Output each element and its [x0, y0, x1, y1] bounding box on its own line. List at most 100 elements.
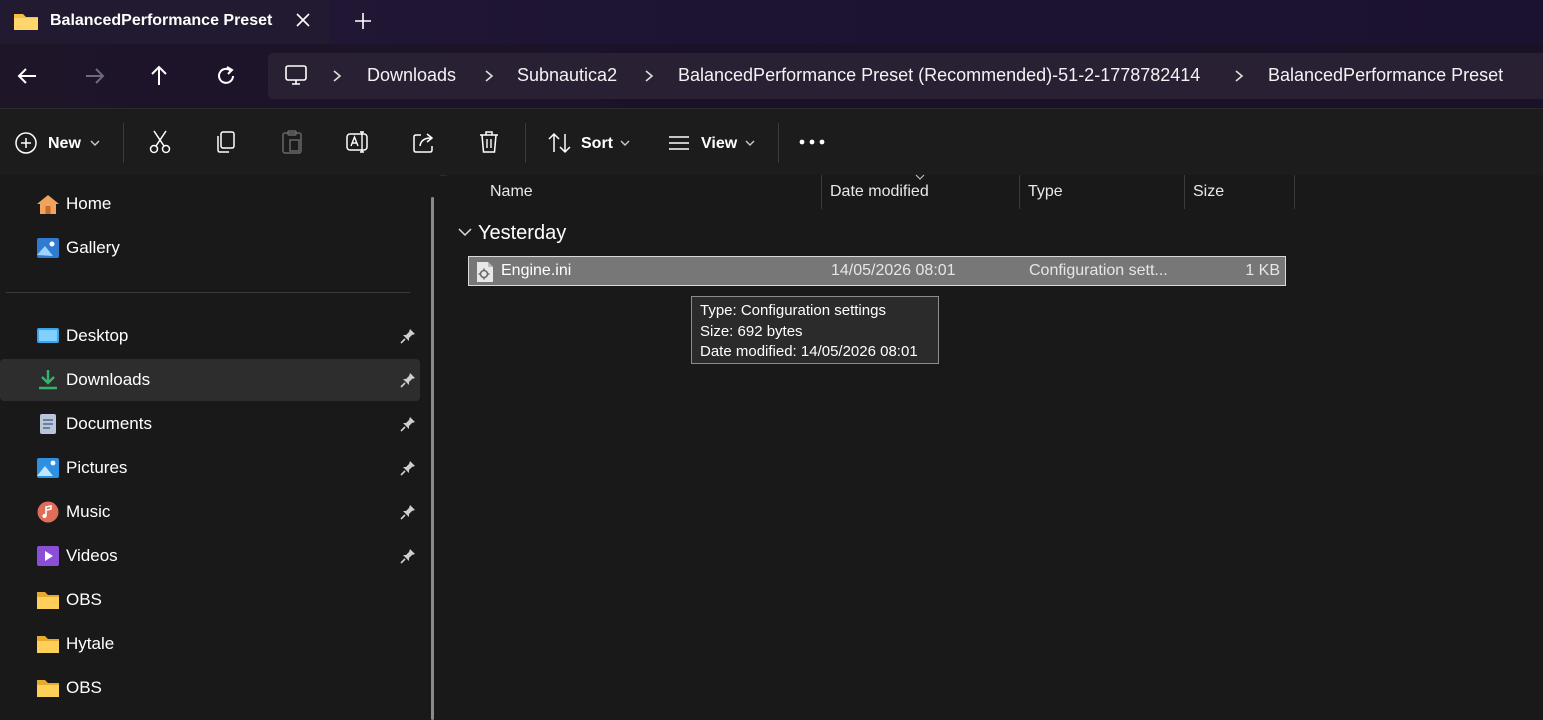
new-tab-button[interactable] — [352, 10, 374, 32]
column-header-size[interactable]: Size — [1193, 183, 1224, 201]
sidebar-item-label: Videos — [66, 546, 118, 565]
cut-button[interactable] — [148, 129, 172, 155]
command-bar: New Sort View — [0, 108, 1543, 176]
share-button[interactable] — [411, 129, 437, 155]
sidebar-scrollbar[interactable] — [431, 197, 434, 720]
pin-icon[interactable] — [400, 504, 416, 520]
more-options-button[interactable] — [799, 137, 825, 147]
sidebar-item-desktop[interactable]: Desktop — [0, 315, 420, 357]
group-header[interactable]: Yesterday — [478, 222, 566, 245]
tooltip-type: Type: Configuration settings — [700, 302, 886, 319]
sidebar-item-label: Gallery — [66, 238, 120, 257]
tooltip-date: Date modified: 14/05/2026 08:01 — [700, 343, 918, 360]
chevron-down-icon[interactable] — [457, 226, 473, 238]
chevron-down-icon[interactable] — [744, 139, 756, 147]
config-file-icon — [475, 261, 495, 283]
view-button[interactable] — [667, 133, 691, 153]
back-button[interactable] — [15, 63, 41, 89]
sidebar-item-videos[interactable]: Videos — [0, 535, 420, 577]
column-divider[interactable] — [1294, 175, 1295, 209]
file-tooltip: Type: Configuration settings Size: 692 b… — [691, 296, 939, 364]
sidebar-divider — [6, 292, 410, 293]
music-icon — [36, 501, 60, 523]
toolbar-divider — [525, 123, 526, 163]
chevron-right-icon[interactable] — [643, 69, 655, 83]
address-bar[interactable]: Downloads Subnautica2 BalancedPerformanc… — [268, 53, 1543, 99]
sidebar-item-label: Documents — [66, 414, 152, 433]
pin-icon[interactable] — [400, 548, 416, 564]
copy-button[interactable] — [214, 129, 238, 155]
sidebar-item-obs-2[interactable]: OBS — [0, 667, 420, 709]
close-icon[interactable] — [292, 9, 314, 31]
share-icon — [413, 133, 434, 153]
sort-label[interactable]: Sort — [581, 135, 613, 153]
column-divider[interactable] — [1019, 175, 1020, 209]
chevron-down-icon[interactable] — [619, 139, 631, 147]
column-header-type[interactable]: Type — [1028, 183, 1063, 201]
refresh-icon — [218, 66, 234, 84]
sidebar-item-downloads[interactable]: Downloads — [0, 359, 420, 401]
up-button[interactable] — [146, 63, 172, 89]
file-size: 1 KB — [1245, 262, 1280, 279]
new-label[interactable]: New — [48, 135, 81, 153]
sidebar-item-label: OBS — [66, 678, 102, 697]
breadcrumb-downloads[interactable]: Downloads — [367, 65, 456, 86]
scissors-icon — [149, 130, 171, 154]
sidebar-item-home[interactable]: Home — [0, 183, 420, 225]
pin-icon[interactable] — [400, 416, 416, 432]
desktop-icon — [36, 325, 60, 347]
sort-icon — [548, 132, 571, 154]
view-label[interactable]: View — [701, 135, 737, 153]
pin-icon[interactable] — [400, 460, 416, 476]
pin-icon[interactable] — [400, 328, 416, 344]
new-button[interactable] — [14, 131, 38, 155]
sidebar-item-label: OBS — [66, 590, 102, 609]
chevron-right-icon[interactable] — [1233, 69, 1245, 83]
chevron-down-icon[interactable] — [89, 139, 101, 147]
rename-icon — [346, 131, 368, 153]
breadcrumb-preset-archive[interactable]: BalancedPerformance Preset (Recommended)… — [678, 65, 1200, 86]
refresh-button[interactable] — [213, 63, 239, 89]
sidebar-item-label: Pictures — [66, 458, 128, 477]
sidebar-item-label: Hytale — [66, 634, 115, 653]
sidebar-item-obs[interactable]: OBS — [0, 579, 420, 621]
file-type: Configuration sett... — [1029, 262, 1168, 279]
computer-icon[interactable] — [284, 63, 308, 87]
clipboard-icon — [282, 130, 302, 154]
paste-button[interactable] — [280, 129, 304, 155]
toolbar-divider — [778, 123, 779, 163]
breadcrumb-current[interactable]: BalancedPerformance Preset — [1268, 65, 1503, 86]
chevron-right-icon[interactable] — [331, 69, 343, 83]
videos-icon — [36, 545, 60, 567]
column-header-date[interactable]: Date modified — [830, 183, 929, 201]
sidebar-item-pictures[interactable]: Pictures — [0, 447, 420, 489]
column-divider[interactable] — [821, 175, 822, 209]
chevron-right-icon[interactable] — [483, 69, 495, 83]
pin-icon[interactable] — [400, 372, 416, 388]
table-row[interactable]: Engine.ini 14/05/2026 08:01 Configuratio… — [468, 256, 1286, 286]
arrow-right-icon — [86, 68, 105, 84]
sidebar-item-documents[interactable]: Documents — [0, 403, 420, 445]
download-icon — [36, 369, 60, 391]
arrow-up-icon — [151, 65, 167, 85]
sidebar-item-hytale[interactable]: Hytale — [0, 623, 420, 665]
tab-active[interactable]: BalancedPerformance Preset — [0, 0, 330, 44]
navigation-pane: Home Gallery Desktop Downloads Documents — [0, 175, 440, 720]
delete-button[interactable] — [477, 129, 501, 155]
trash-icon — [480, 131, 498, 153]
file-name: Engine.ini — [501, 262, 572, 279]
folder-icon — [36, 589, 60, 611]
title-bar: BalancedPerformance Preset — [0, 0, 1543, 44]
breadcrumb-subnautica2[interactable]: Subnautica2 — [517, 65, 617, 86]
gallery-icon — [36, 237, 60, 259]
copy-icon — [217, 131, 235, 153]
rename-button[interactable] — [345, 129, 371, 155]
sidebar-item-music[interactable]: Music — [0, 491, 420, 533]
sidebar-item-label: Desktop — [66, 326, 129, 345]
forward-button[interactable] — [81, 63, 107, 89]
navigation-bar: Downloads Subnautica2 BalancedPerformanc… — [0, 44, 1543, 108]
sidebar-item-gallery[interactable]: Gallery — [0, 227, 420, 269]
column-divider[interactable] — [1184, 175, 1185, 209]
sort-button[interactable] — [547, 131, 573, 155]
column-header-name[interactable]: Name — [490, 183, 533, 201]
